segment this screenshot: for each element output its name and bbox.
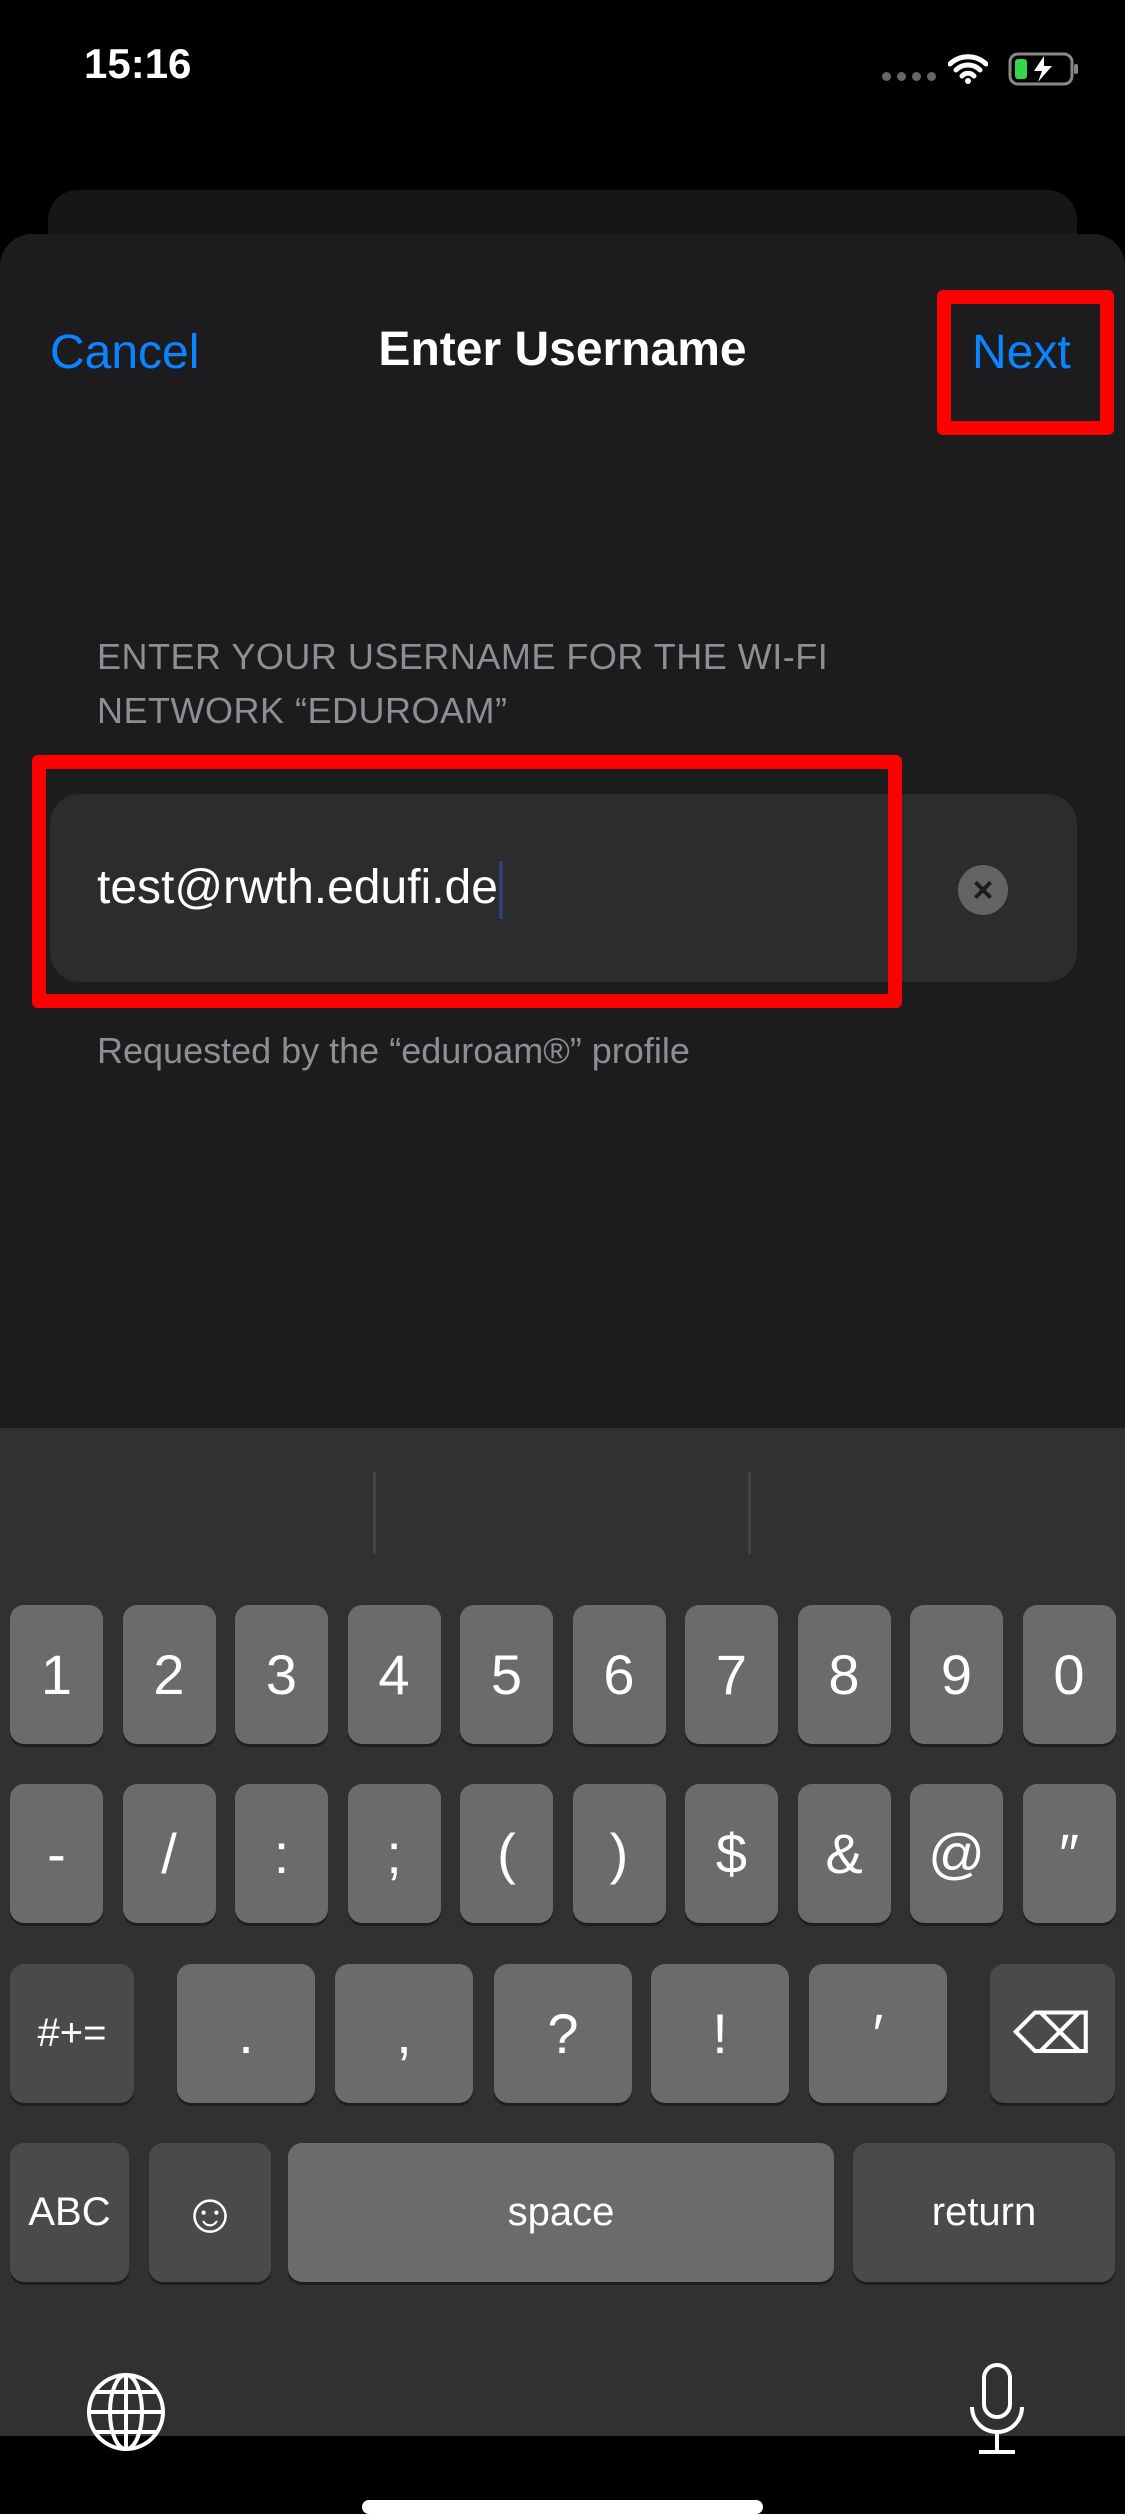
key-6[interactable]: 7 (685, 1605, 778, 1744)
key-symbol[interactable]: & (797, 1784, 891, 1923)
key-1[interactable]: 2 (122, 1605, 216, 1744)
key-symbol[interactable]: : (235, 1784, 328, 1923)
key-7[interactable]: 8 (797, 1605, 891, 1744)
key-symbol[interactable]: $ (685, 1784, 778, 1923)
key-punctuation[interactable]: , (335, 1964, 473, 2103)
signal-icon (882, 72, 936, 81)
status-time: 15:16 (84, 40, 192, 87)
profile-note: Requested by the “eduroam®” profile (97, 1030, 690, 1071)
key-2[interactable]: 3 (235, 1605, 328, 1744)
input-highlight-box (32, 755, 902, 1008)
space-key[interactable]: space (288, 2143, 834, 2282)
key-symbol[interactable]: - (10, 1784, 103, 1923)
abc-key[interactable]: ABC (10, 2143, 129, 2282)
suggestion-divider (373, 1472, 376, 1554)
clear-text-button[interactable]: × (958, 865, 1008, 915)
key-4[interactable]: 5 (460, 1605, 553, 1744)
next-highlight-box (937, 290, 1114, 435)
symbols-toggle-key[interactable]: #+= (10, 1964, 134, 2103)
microphone-icon[interactable] (967, 2362, 1027, 2462)
suggestion-divider (748, 1472, 751, 1554)
key-punctuation[interactable]: ′ (809, 1964, 947, 2103)
key-5[interactable]: 6 (572, 1605, 666, 1744)
key-symbol[interactable]: / (122, 1784, 216, 1923)
return-key[interactable]: return (853, 2143, 1115, 2282)
key-symbol[interactable]: ″ (1022, 1784, 1116, 1923)
key-8[interactable]: 9 (910, 1605, 1003, 1744)
battery-charging-icon (1008, 52, 1078, 86)
globe-icon[interactable] (86, 2372, 166, 2452)
key-punctuation[interactable]: ? (494, 1964, 632, 2103)
keyboard (0, 1428, 1125, 2436)
key-symbol[interactable]: ( (460, 1784, 553, 1923)
key-punctuation[interactable]: ! (651, 1964, 789, 2103)
key-9[interactable]: 0 (1022, 1605, 1116, 1744)
delete-key[interactable]: ⌫ (990, 1964, 1115, 2103)
key-symbol[interactable]: ) (572, 1784, 666, 1923)
wifi-icon (948, 54, 988, 84)
key-3[interactable]: 4 (347, 1605, 441, 1744)
home-indicator[interactable] (362, 2500, 763, 2514)
emoji-key[interactable]: ☺ (149, 2143, 271, 2282)
field-label: ENTER YOUR USERNAME FOR THE WI-FI NETWOR… (97, 636, 829, 731)
key-punctuation[interactable]: . (177, 1964, 315, 2103)
key-symbol[interactable]: @ (910, 1784, 1003, 1923)
key-0[interactable]: 1 (10, 1605, 103, 1744)
key-symbol[interactable]: ; (347, 1784, 441, 1923)
